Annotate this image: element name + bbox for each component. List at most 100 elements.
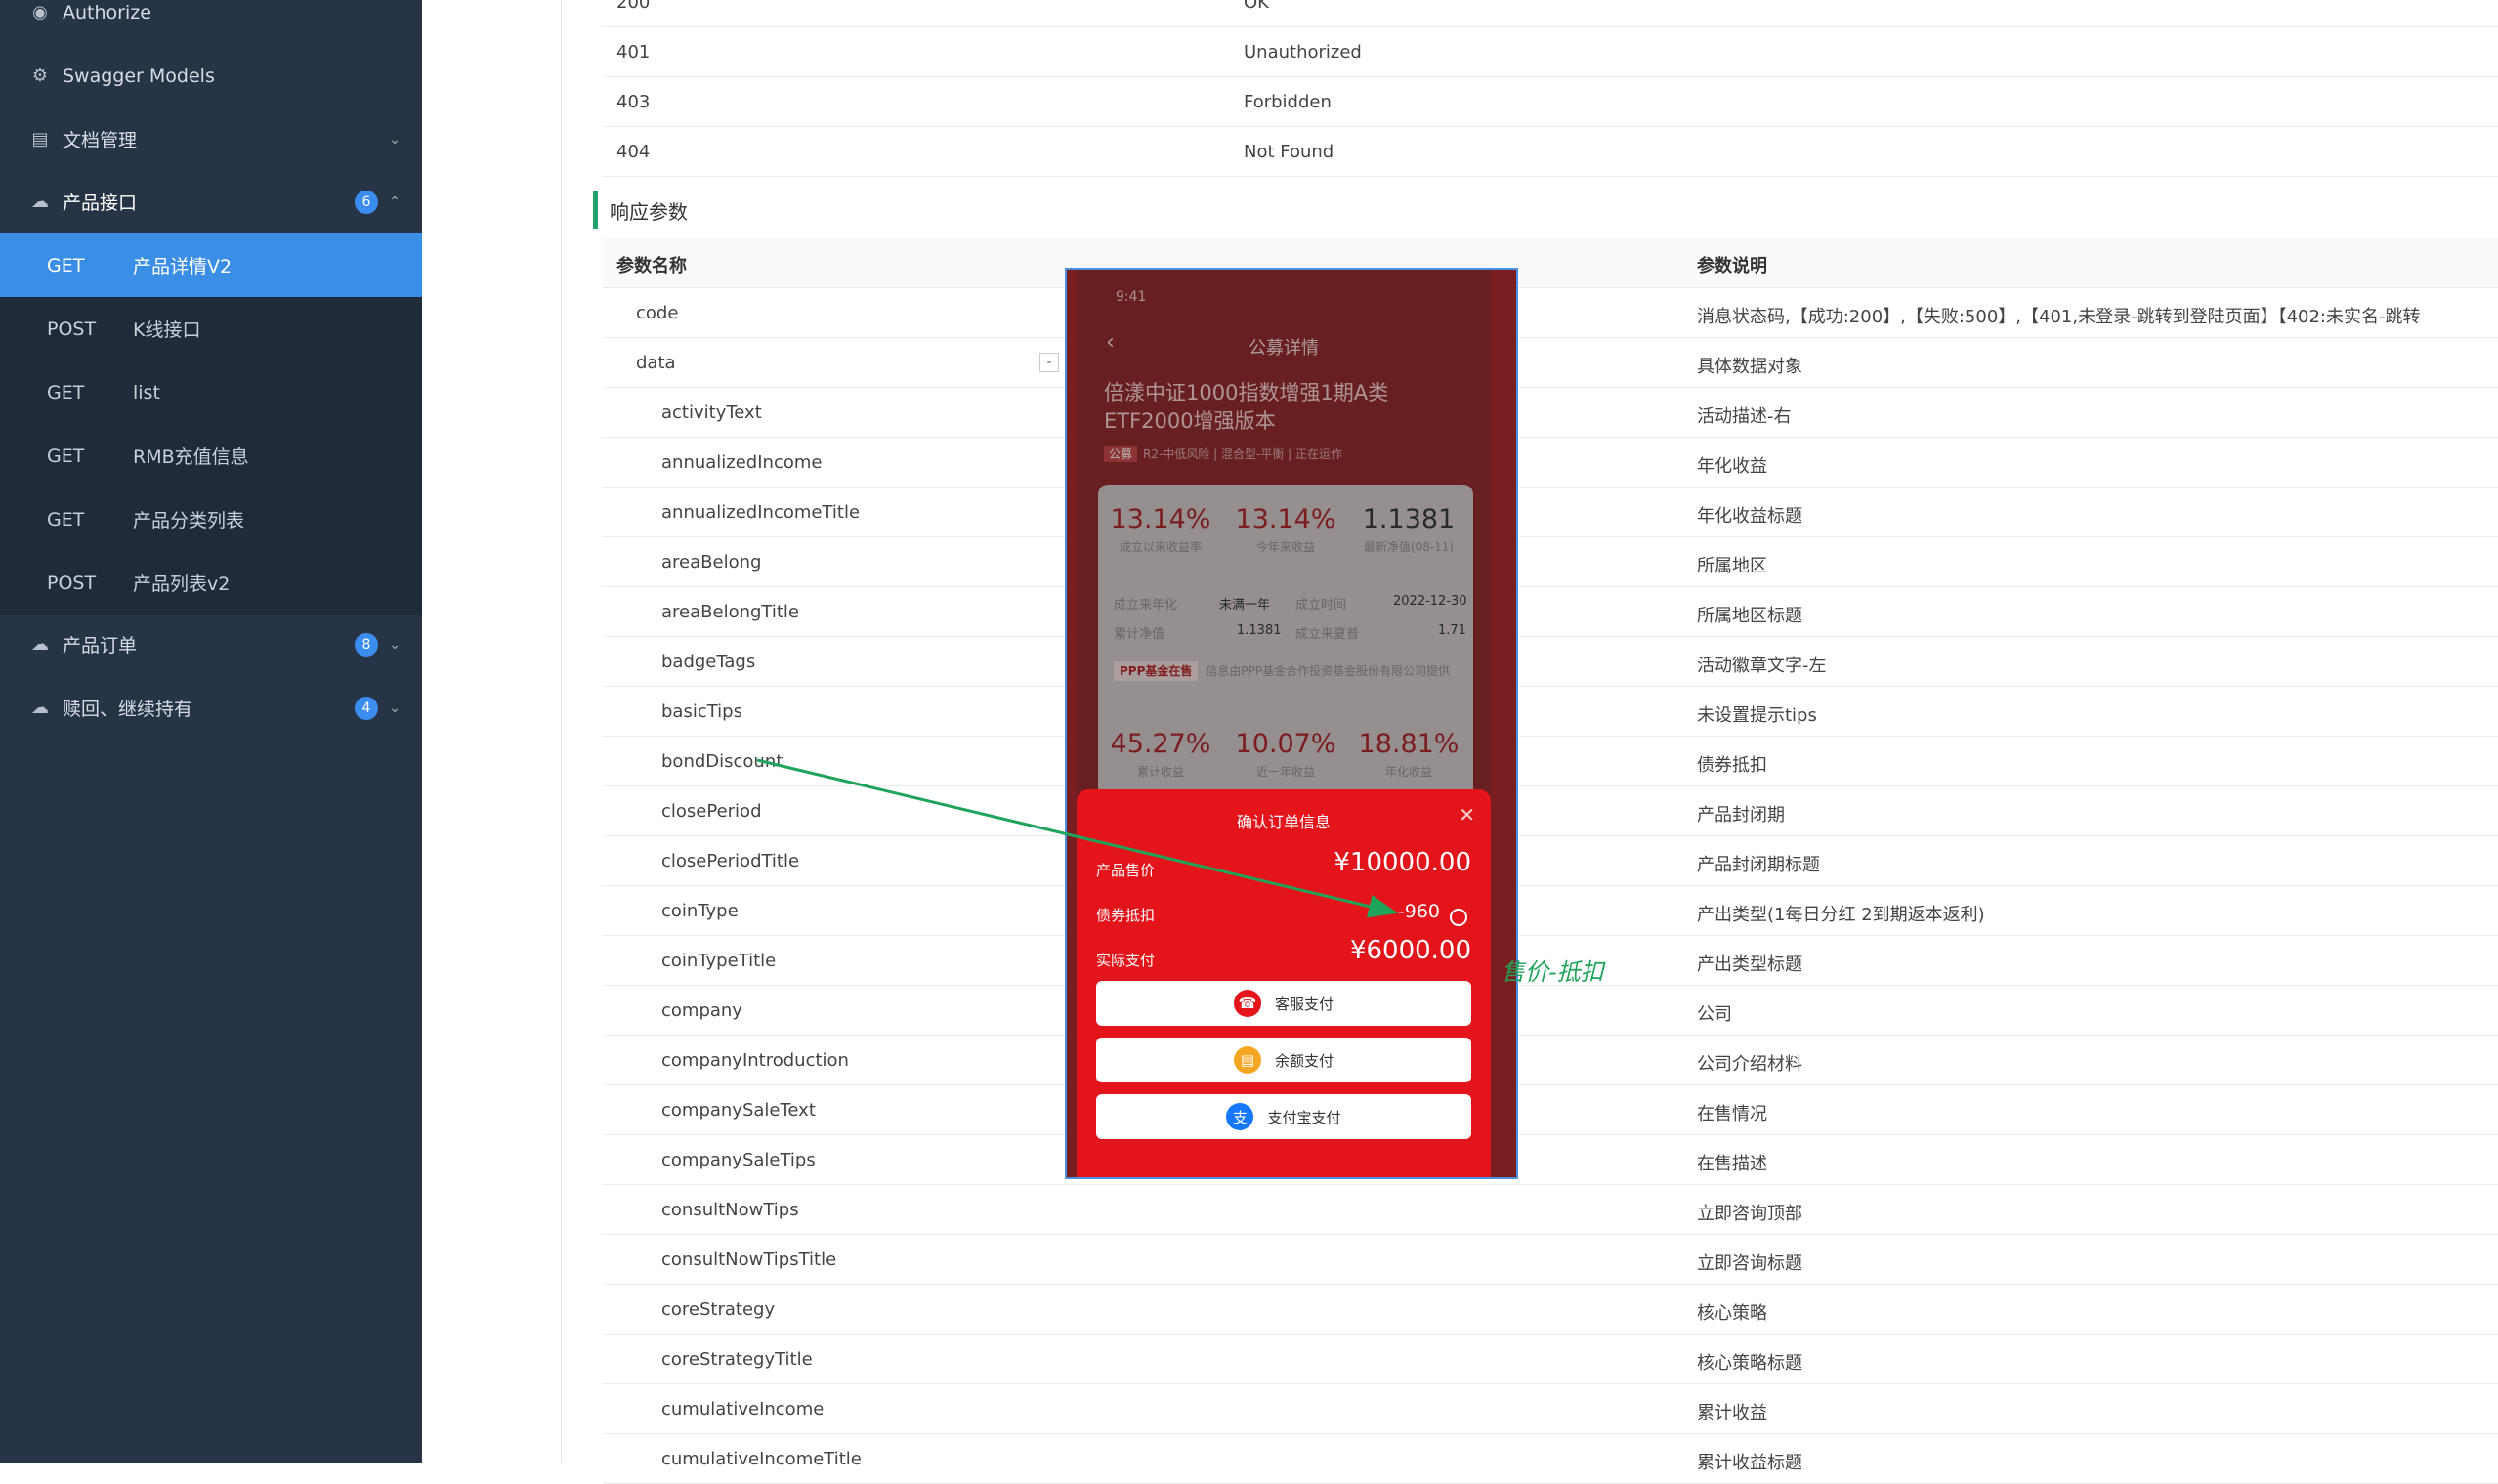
sidebar-subitem[interactable]: POST 产品列表v2 [0, 551, 422, 615]
headset-icon: ☎ [1233, 990, 1261, 1017]
sidebar-item-docs[interactable]: ▤ 文档管理 ⌄ [0, 107, 422, 171]
param-desc: 年化收益标题 [1697, 506, 1802, 527]
param-desc: 未设置提示tips [1697, 705, 1817, 726]
status-code: 200 [616, 0, 651, 13]
param-desc: 活动描述-右 [1697, 406, 1792, 427]
param-name: code [636, 303, 679, 323]
http-method: GET [47, 381, 85, 403]
chevron-up-icon: ⌃ [389, 193, 401, 210]
endpoint-title: list [133, 381, 160, 403]
param-name: activityText [661, 403, 762, 423]
sidebar-item-label: Swagger Models [63, 64, 215, 87]
param-name: closePeriod [661, 801, 762, 822]
param-name: coreStrategy [661, 1299, 776, 1320]
param-name: companyIntroduction [661, 1050, 849, 1071]
param-desc: 产品封闭期标题 [1697, 855, 1820, 875]
param-name: company [661, 1000, 742, 1021]
http-method: POST [47, 572, 97, 594]
sidebar-item-label: 产品订单 [63, 635, 138, 657]
table-row: areaBelongTitle 所属地区标题 [603, 587, 2498, 637]
section-title: 响应参数 [593, 191, 688, 229]
sidebar-item-label: 文档管理 [63, 130, 138, 151]
table-row: annualizedIncomeTitle 年化收益标题 [603, 488, 2498, 537]
sidebar-subitem[interactable]: POST K线接口 [0, 297, 422, 360]
sidebar-item-product-api[interactable]: ☁ 产品接口 6 ⌃ [0, 170, 422, 233]
sidebar-item-authorize[interactable]: ◉ Authorize [0, 0, 422, 44]
sidebar-item-swagger-models[interactable]: ⚙ Swagger Models [0, 44, 422, 107]
close-icon[interactable]: ✕ [1459, 803, 1475, 827]
param-desc: 在售描述 [1697, 1154, 1767, 1174]
http-method: GET [47, 508, 85, 530]
param-name: cumulativeIncome [661, 1399, 825, 1420]
alipay-icon: 支 [1226, 1103, 1254, 1130]
param-desc: 活动徽章文字-左 [1697, 656, 1827, 676]
param-desc: 债券抵扣 [1697, 755, 1767, 776]
table-row: closePeriodTitle 产品封闭期标题 [603, 836, 2498, 886]
table-row: bondDiscount 债券抵扣 [603, 737, 2498, 786]
sidebar: ◉ Authorize ⚙ Swagger Models ▤ 文档管理 ⌄ ☁ … [0, 0, 422, 1463]
sidebar-item-redeem[interactable]: ☁ 赎回、继续持有 4 ⌄ [0, 676, 422, 740]
endpoint-title: 产品详情V2 [133, 256, 233, 277]
cloud-icon: ☁ [31, 191, 49, 212]
param-name: coinType [661, 901, 739, 921]
pay-value: ¥6000.00 [1349, 936, 1471, 965]
balance-pay-button[interactable]: ▤ 余额支付 [1096, 1038, 1471, 1082]
param-desc: 产出类型标题 [1697, 954, 1802, 975]
discount-value: -960 [1397, 901, 1440, 922]
pay-label: 实际支付 [1096, 952, 1156, 969]
lock-icon: ◉ [32, 2, 48, 22]
table-row: badgeTags 活动徽章文字-左 [603, 637, 2498, 687]
param-name: closePeriodTitle [661, 851, 800, 871]
param-desc: 立即咨询顶部 [1697, 1204, 1802, 1224]
table-row: cumulativeIncomeTitle 累计收益标题 [603, 1434, 2498, 1484]
service-pay-button[interactable]: ☎ 客服支付 [1096, 981, 1471, 1026]
table-row: coreStrategy 核心策略 [603, 1285, 2498, 1335]
param-desc: 所属地区标题 [1697, 606, 1802, 626]
status-desc: OK [1244, 0, 1269, 13]
param-desc: 核心策略标题 [1697, 1353, 1802, 1374]
param-name: bondDiscount [661, 751, 783, 772]
param-desc: 公司 [1697, 1004, 1732, 1025]
http-method: GET [47, 445, 85, 467]
button-label: 支付宝支付 [1267, 1108, 1341, 1126]
price-label: 产品售价 [1096, 862, 1156, 879]
button-label: 客服支付 [1274, 995, 1334, 1013]
chevron-down-icon: ⌄ [389, 131, 401, 148]
param-name: consultNowTips [661, 1200, 799, 1220]
param-desc: 立即咨询标题 [1697, 1253, 1802, 1274]
table-row: code 消息状态码,【成功:200】,【失败:500】,【401,未登录-跳转到… [603, 288, 2498, 338]
sidebar-subitem[interactable]: GET list [0, 360, 422, 424]
status-code: 401 [616, 42, 651, 63]
sidebar-subitem[interactable]: GET 产品分类列表 [0, 488, 422, 551]
param-desc: 核心策略 [1697, 1303, 1767, 1324]
chevron-down-icon: ⌄ [389, 636, 401, 653]
sidebar-item-label: Authorize [63, 1, 151, 23]
param-name: annualizedIncome [661, 452, 823, 473]
discount-radio[interactable] [1450, 909, 1467, 926]
param-name: coreStrategyTitle [661, 1349, 813, 1370]
sidebar-subitem[interactable]: GET 产品详情V2 [0, 233, 422, 297]
divider [561, 0, 562, 1463]
sidebar-subitem[interactable]: GET RMB充值信息 [0, 424, 422, 488]
param-name: cumulativeIncomeTitle [661, 1449, 862, 1469]
sidebar-item-product-orders[interactable]: ☁ 产品订单 8 ⌄ [0, 613, 422, 676]
phone-screen: 9:41 ‹ 公募详情 倍漾中证1000指数增强1期A类ETF2000增强版本 … [1077, 270, 1491, 1177]
param-name: areaBelong [661, 552, 762, 572]
param-desc: 所属地区 [1697, 556, 1767, 576]
param-desc: 年化收益 [1697, 456, 1767, 477]
param-name: badgeTags [661, 652, 756, 672]
http-method: POST [47, 318, 97, 340]
table-row: activityText 活动描述-右 [603, 388, 2498, 438]
count-badge: 4 [355, 696, 378, 720]
http-method: GET [47, 254, 85, 276]
table-row: data 具体数据对象 [603, 338, 2498, 388]
param-name: areaBelongTitle [661, 602, 799, 622]
table-row: coreStrategyTitle 核心策略标题 [603, 1335, 2498, 1384]
endpoint-title: 产品分类列表 [133, 510, 245, 531]
sidebar-item-label: 产品接口 [63, 192, 138, 214]
param-desc: 产品封闭期 [1697, 805, 1785, 826]
param-name: basicTips [661, 701, 742, 722]
param-name: consultNowTipsTitle [661, 1250, 837, 1270]
param-desc: 具体数据对象 [1697, 357, 1802, 377]
alipay-button[interactable]: 支 支付宝支付 [1096, 1094, 1471, 1139]
